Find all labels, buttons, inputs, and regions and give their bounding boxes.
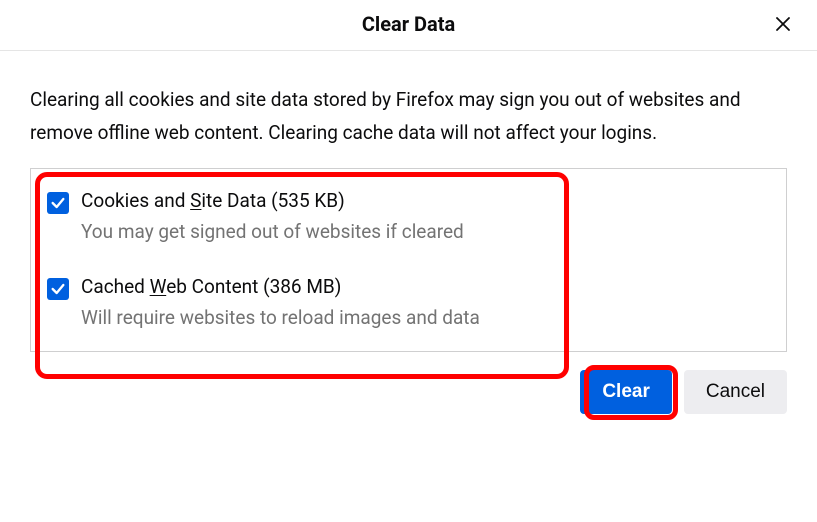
close-icon bbox=[774, 15, 792, 33]
options-panel: Cookies and Site Data (535 KB) You may g… bbox=[30, 168, 787, 352]
checkbox-cache[interactable] bbox=[47, 278, 69, 300]
checkbox-cookies[interactable] bbox=[47, 192, 69, 214]
option-cache-label: Cached Web Content (386 MB) bbox=[81, 275, 480, 298]
check-icon bbox=[50, 195, 66, 211]
dialog-header: Clear Data bbox=[0, 0, 817, 51]
check-icon bbox=[50, 281, 66, 297]
dialog-body: Clearing all cookies and site data store… bbox=[0, 51, 817, 352]
clear-button[interactable]: Clear bbox=[580, 370, 672, 414]
close-button[interactable] bbox=[769, 10, 797, 38]
button-row: Clear Cancel bbox=[0, 352, 817, 414]
option-cache-desc: Will require websites to reload images a… bbox=[81, 306, 480, 329]
option-cookies-label: Cookies and Site Data (535 KB) bbox=[81, 189, 464, 212]
option-cache: Cached Web Content (386 MB) Will require… bbox=[31, 249, 786, 351]
cancel-button[interactable]: Cancel bbox=[684, 370, 787, 414]
option-cookies-desc: You may get signed out of websites if cl… bbox=[81, 220, 464, 243]
intro-text: Clearing all cookies and site data store… bbox=[30, 83, 787, 150]
dialog-title: Clear Data bbox=[0, 12, 817, 36]
option-cookies: Cookies and Site Data (535 KB) You may g… bbox=[31, 169, 786, 249]
